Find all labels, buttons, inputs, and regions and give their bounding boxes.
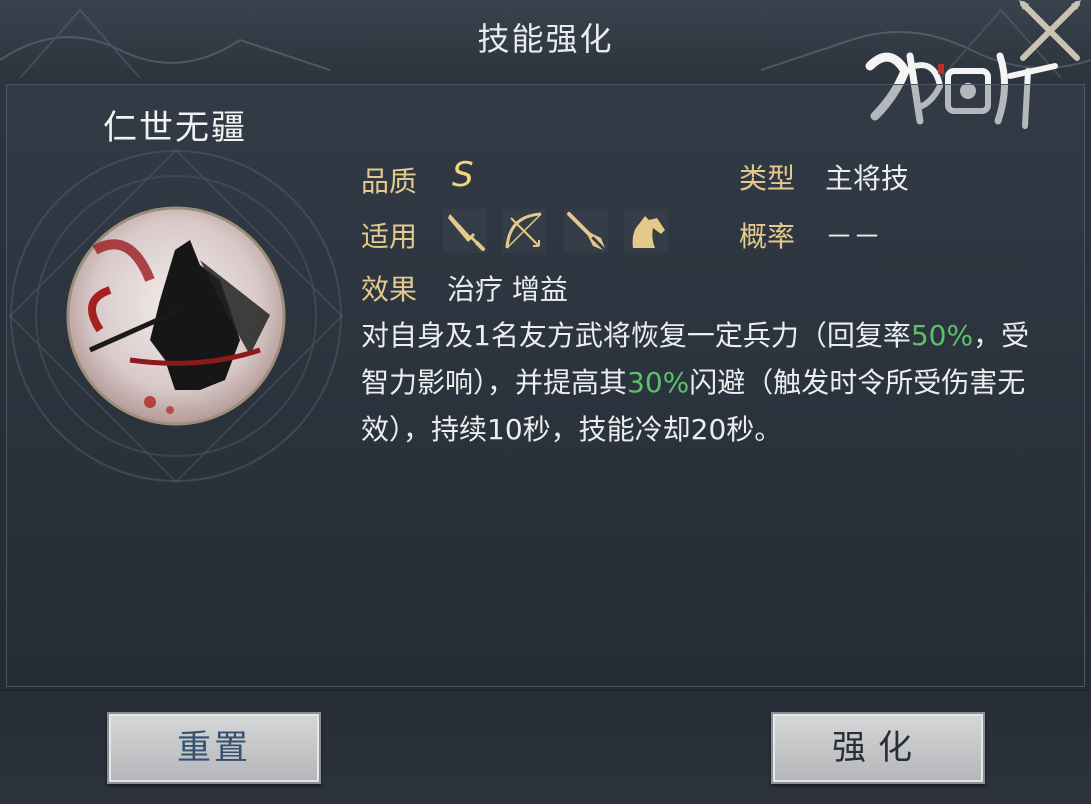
apply-label: 适用 bbox=[361, 220, 418, 253]
evasion-value: 30% bbox=[627, 366, 690, 399]
quality-label: 品质 bbox=[361, 165, 418, 198]
horse-icon bbox=[624, 209, 668, 253]
skill-description: 对自身及1名友方武将恢复一定兵力（回复率50%，受智力影响），并提高其30%闪避… bbox=[361, 312, 1041, 453]
chance-value: －－ bbox=[825, 220, 882, 253]
skill-enhance-screen: 技能强化 仁世无疆 品质 S 类型 主将技 适用 概率 －－ 效果 治疗 增益 … bbox=[0, 0, 1091, 804]
reset-button[interactable]: 重置 bbox=[107, 712, 321, 784]
quality-value: S bbox=[452, 155, 474, 195]
enhance-button[interactable]: 强化 bbox=[771, 712, 985, 784]
skill-name: 仁世无疆 bbox=[103, 108, 247, 148]
bow-icon bbox=[502, 209, 546, 253]
skill-emblem bbox=[8, 148, 344, 484]
type-label: 类型 bbox=[739, 162, 796, 195]
description-text: 对自身及1名友方武将恢复一定兵力（回复率 bbox=[361, 319, 911, 352]
close-icon[interactable] bbox=[1015, 0, 1085, 70]
effect-value: 治疗 增益 bbox=[447, 273, 568, 306]
type-value: 主将技 bbox=[825, 162, 910, 195]
chance-label: 概率 bbox=[739, 220, 796, 253]
spear-icon bbox=[564, 209, 608, 253]
sword-icon bbox=[443, 209, 487, 253]
effect-label: 效果 bbox=[361, 273, 418, 306]
heal-rate-value: 50% bbox=[910, 319, 974, 352]
